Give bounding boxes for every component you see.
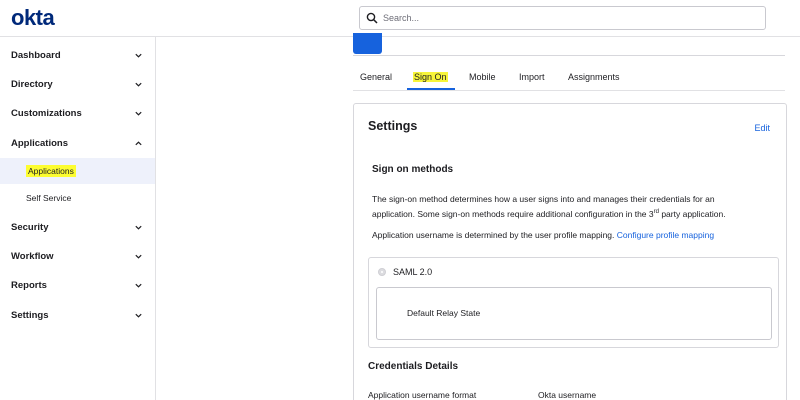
sidebar-item-security[interactable]: Security <box>0 215 155 239</box>
sidebar-item-directory[interactable]: Directory <box>0 72 155 96</box>
sidebar-subitem-self-service[interactable]: Self Service <box>0 185 155 211</box>
description-line-2: application. Some sign-on methods requir… <box>372 207 772 222</box>
chevron-down-icon <box>135 283 142 288</box>
sidebar-item-label: Workflow <box>11 250 54 262</box>
chevron-down-icon <box>135 254 142 259</box>
description-text: party application. <box>658 209 726 219</box>
chevron-down-icon <box>135 53 142 58</box>
chevron-down-icon <box>135 111 142 116</box>
sidebar-item-label: Applications <box>11 137 69 149</box>
sidebar-item-label: Dashboard <box>11 49 61 61</box>
sidebar-item-settings[interactable]: Settings <box>0 303 155 327</box>
search-input[interactable] <box>383 13 753 23</box>
sign-on-description: The sign-on method determines how a user… <box>372 192 772 222</box>
chevron-down-icon <box>135 82 142 87</box>
saml-option-box: SAML 2.0 Default Relay State <box>368 257 779 348</box>
username-mapping-label: Application username is determined by th… <box>372 230 617 240</box>
tab-import[interactable]: Import <box>519 72 545 82</box>
chevron-down-icon <box>135 313 142 318</box>
edit-link[interactable]: Edit <box>754 123 770 133</box>
tab-bar: General Sign On Mobile Import Assignment… <box>353 66 785 91</box>
sidebar-item-label: Reports <box>11 279 47 291</box>
description-line-1: The sign-on method determines how a user… <box>372 194 715 204</box>
sidebar-item-applications[interactable]: Applications <box>0 131 155 155</box>
tab-sign-on[interactable]: Sign On <box>413 72 448 82</box>
tab-general[interactable]: General <box>360 72 392 82</box>
app-logo-icon <box>353 33 382 54</box>
chevron-down-icon <box>135 225 142 230</box>
tab-label: Sign On <box>413 72 448 82</box>
username-mapping-text: Application username is determined by th… <box>372 228 772 243</box>
sidebar-item-reports[interactable]: Reports <box>0 273 155 297</box>
sidebar-subitem-applications[interactable]: Applications <box>0 158 155 184</box>
okta-logo[interactable]: okta <box>11 5 55 31</box>
sidebar-item-label: Settings <box>11 309 49 321</box>
settings-panel: Settings Edit Sign on methods The sign-o… <box>353 103 787 400</box>
search-bar[interactable] <box>359 6 766 30</box>
username-format-value: Okta username <box>538 390 597 400</box>
chevron-up-icon <box>135 140 142 145</box>
saml-radio-button[interactable] <box>378 268 386 276</box>
tab-assignments[interactable]: Assignments <box>568 72 620 82</box>
credentials-details-title: Credentials Details <box>368 361 459 372</box>
configure-profile-mapping-link[interactable]: Configure profile mapping <box>617 230 714 240</box>
sidebar-subitem-label: Applications <box>26 165 76 177</box>
sign-on-methods-title: Sign on methods <box>372 164 454 175</box>
username-format-label: Application username format <box>368 390 477 400</box>
sidebar-item-customizations[interactable]: Customizations <box>0 101 155 125</box>
relay-state-box: Default Relay State <box>376 287 772 340</box>
sidebar-item-label: Customizations <box>11 107 82 119</box>
header-divider <box>353 55 785 56</box>
saml-label: SAML 2.0 <box>393 267 433 277</box>
relay-state-label: Default Relay State <box>407 308 481 318</box>
sidebar-item-workflow[interactable]: Workflow <box>0 244 155 268</box>
settings-title: Settings <box>368 119 418 133</box>
tab-mobile[interactable]: Mobile <box>469 72 496 82</box>
top-bar: okta <box>0 0 800 37</box>
search-icon <box>366 12 378 24</box>
active-tab-indicator <box>407 88 455 90</box>
sidebar-item-label: Directory <box>11 78 53 90</box>
sidebar-subitem-label: Self Service <box>26 193 72 203</box>
sidebar-nav: Dashboard Directory Customizations Appli… <box>0 37 156 400</box>
sidebar-item-label: Security <box>11 221 49 233</box>
description-text: application. Some sign-on methods requir… <box>372 209 654 219</box>
sidebar-item-dashboard[interactable]: Dashboard <box>0 43 155 67</box>
